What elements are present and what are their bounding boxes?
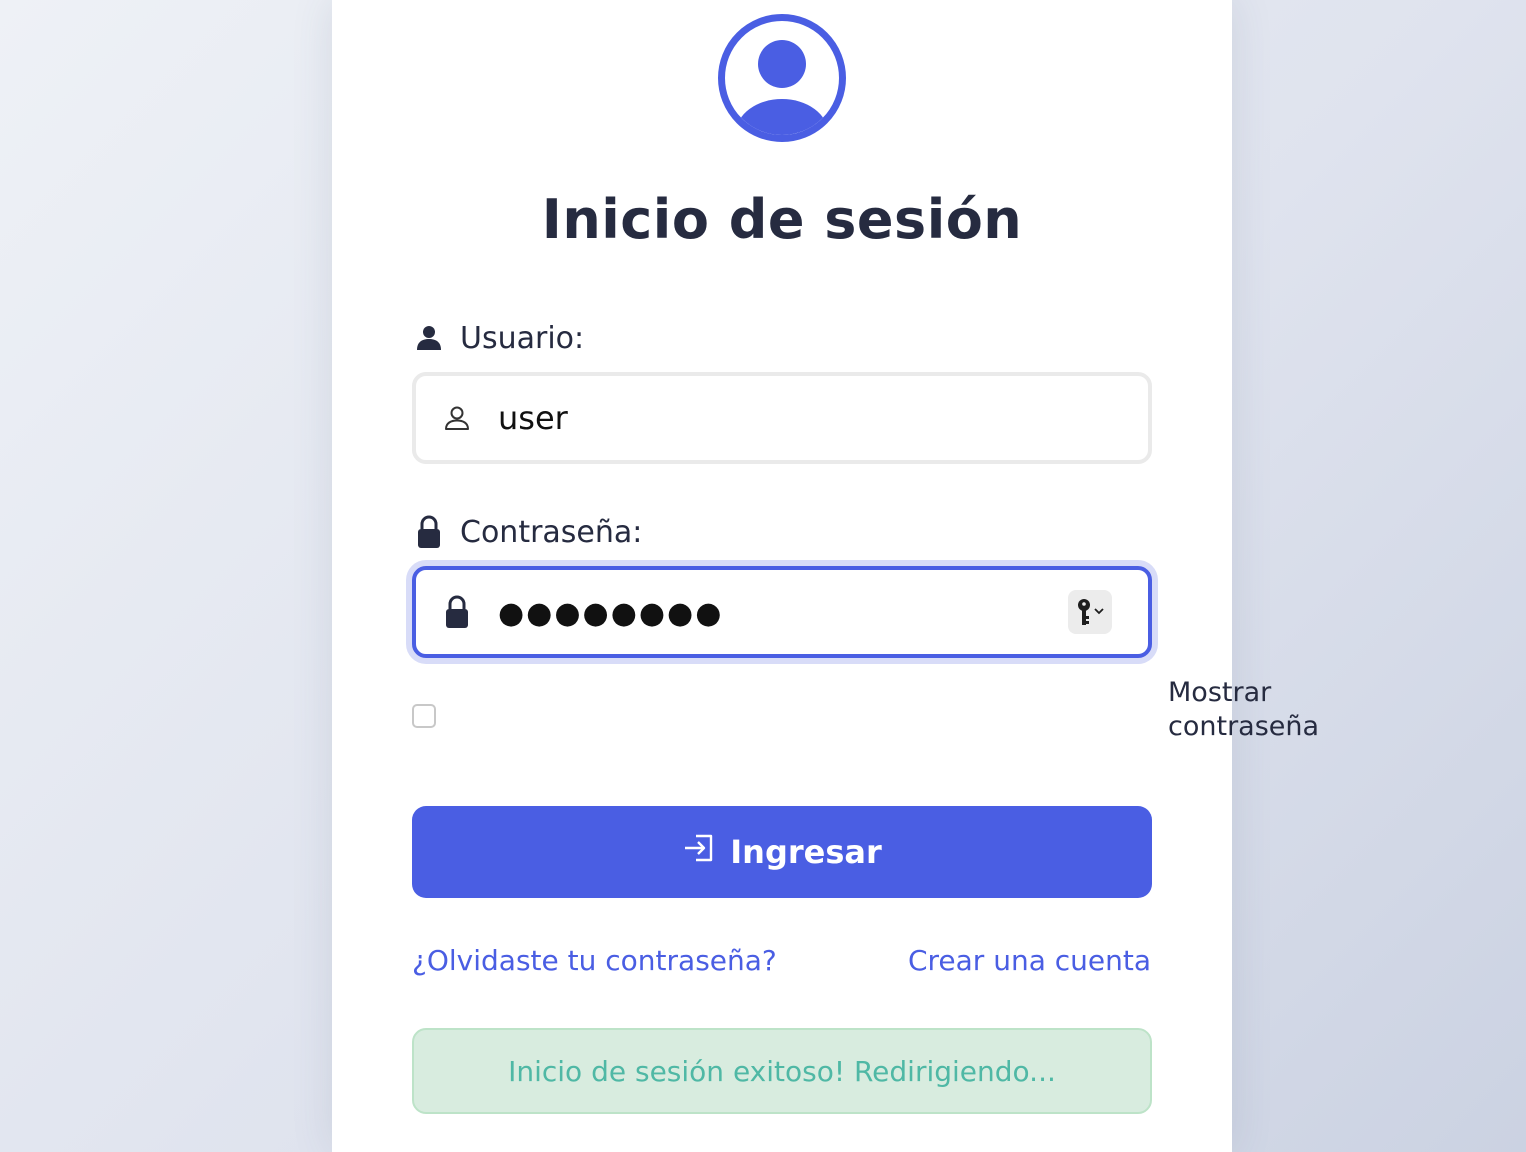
- lock-icon: [442, 594, 472, 630]
- password-label: Contraseña:: [414, 512, 642, 552]
- username-field[interactable]: user: [412, 372, 1152, 464]
- login-button-label: Ingresar: [730, 833, 882, 871]
- create-account-link[interactable]: Crear una cuenta: [908, 944, 1151, 977]
- lock-icon: [414, 515, 444, 549]
- username-label-text: Usuario:: [460, 320, 585, 356]
- page-title: Inicio de sesión: [541, 188, 1023, 251]
- login-arrow-icon: [682, 833, 716, 871]
- login-button[interactable]: Ingresar: [412, 806, 1152, 898]
- success-alert: Inicio de sesión exitoso! Redirigiendo..…: [412, 1028, 1152, 1114]
- username-label: Usuario:: [414, 318, 584, 358]
- person-outline-icon: [442, 400, 472, 436]
- forgot-password-link[interactable]: ¿Olvidaste tu contraseña?: [412, 944, 777, 977]
- success-message: Inicio de sesión exitoso! Redirigiendo..…: [508, 1054, 1056, 1088]
- show-password-label[interactable]: Mostrar contraseña: [1168, 676, 1328, 744]
- show-password-checkbox[interactable]: [412, 704, 436, 728]
- username-input[interactable]: user: [498, 399, 568, 437]
- key-icon: [1078, 599, 1104, 625]
- password-field[interactable]: ●●●●●●●●: [412, 566, 1152, 658]
- password-label-text: Contraseña:: [460, 514, 643, 550]
- password-input[interactable]: ●●●●●●●●: [498, 596, 723, 631]
- person-solid-icon: [414, 321, 444, 355]
- user-avatar-icon: [718, 14, 846, 142]
- password-manager-key-button[interactable]: [1068, 590, 1112, 634]
